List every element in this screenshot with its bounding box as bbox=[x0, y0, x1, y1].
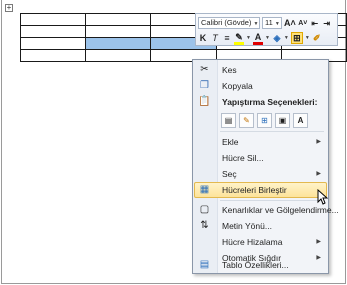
scissors-icon: ✂ bbox=[200, 64, 209, 75]
paste-options-row: ▤ ✎ ⊞ ▣ A bbox=[221, 113, 308, 128]
menu-item-text-direction[interactable]: ⇅ Metin Yönü... bbox=[194, 218, 327, 234]
table-cell[interactable] bbox=[85, 49, 152, 62]
font-color-dropdown-icon[interactable]: ▼ bbox=[265, 35, 270, 41]
borders-shading-icon: ▢ bbox=[199, 204, 210, 215]
paste-picture-icon[interactable]: ▣ bbox=[275, 113, 290, 128]
paste-keep-formatting-icon[interactable]: ▤ bbox=[221, 113, 236, 128]
paste-merge-formatting-icon[interactable]: ✎ bbox=[239, 113, 254, 128]
menu-item-label: Seç bbox=[222, 169, 237, 179]
paste-nested-table-icon[interactable]: ⊞ bbox=[257, 113, 272, 128]
table-properties-icon: ▤ bbox=[199, 259, 210, 270]
mini-toolbar: Calibri (Gövde) ▼ 11 ▼ A˄ A˅ ⇤ ⇥ K T ≡ ✎… bbox=[195, 13, 338, 46]
table-cell[interactable] bbox=[19, 49, 87, 62]
font-size-select[interactable]: 11 ▼ bbox=[262, 17, 282, 29]
highlight-color-icon[interactable]: ✎ bbox=[234, 32, 244, 45]
font-color-button[interactable]: A bbox=[252, 32, 263, 45]
menu-item-label: Kes bbox=[222, 65, 237, 75]
shrink-font-button[interactable]: A˅ bbox=[298, 17, 308, 30]
menu-item-label: Kopyala bbox=[222, 81, 253, 91]
mouse-cursor-icon bbox=[317, 189, 328, 205]
paste-text-only-icon[interactable]: A bbox=[293, 113, 308, 128]
highlight-dropdown-icon[interactable]: ▼ bbox=[246, 35, 251, 41]
shading-icon[interactable]: ◈ bbox=[272, 32, 282, 45]
menu-item-label: Ekle bbox=[222, 137, 239, 147]
menu-item-cut[interactable]: ✂ Kes bbox=[194, 62, 327, 78]
menu-item-cell-alignment[interactable]: Hücre Hizalama ▶ bbox=[194, 234, 327, 250]
font-name-value: Calibri (Gövde) bbox=[201, 18, 252, 27]
increase-indent-icon[interactable]: ⇥ bbox=[322, 17, 332, 30]
table-cell[interactable] bbox=[19, 25, 87, 38]
table-cell-selected[interactable] bbox=[85, 37, 152, 50]
grow-font-button[interactable]: A˄ bbox=[284, 17, 296, 30]
font-name-select[interactable]: Calibri (Gövde) ▼ bbox=[198, 17, 260, 29]
menu-item-delete-cells[interactable]: Hücre Sil... bbox=[194, 150, 327, 166]
submenu-arrow-icon: ▶ bbox=[316, 171, 321, 177]
menu-separator bbox=[220, 200, 324, 201]
menu-item-borders-shading[interactable]: ▢ Kenarlıklar ve Gölgelendirme... bbox=[194, 202, 339, 218]
menu-item-label: Hücreleri Birleştir bbox=[222, 185, 287, 195]
menu-separator bbox=[220, 131, 324, 132]
text-direction-icon: ⇅ bbox=[200, 220, 209, 231]
borders-dropdown-icon[interactable]: ▼ bbox=[305, 35, 310, 41]
table-cell[interactable] bbox=[85, 25, 152, 38]
menu-item-label: Metin Yönü... bbox=[222, 221, 272, 231]
table-cell[interactable] bbox=[85, 13, 152, 26]
submenu-arrow-icon: ▶ bbox=[316, 139, 321, 145]
menu-item-label: Hücre Hizalama bbox=[222, 237, 283, 247]
submenu-arrow-icon: ▶ bbox=[316, 239, 321, 245]
menu-header-paste-options: 📋 Yapıştırma Seçenekleri: bbox=[194, 94, 327, 110]
table-cell[interactable] bbox=[19, 37, 87, 50]
menu-item-copy[interactable]: ❐ Kopyala bbox=[194, 78, 327, 94]
menu-item-label: Hücre Sil... bbox=[222, 153, 264, 163]
menu-item-merge-cells[interactable]: ▦ Hücreleri Birleştir bbox=[194, 182, 327, 198]
menu-item-table-properties[interactable]: ▤ Tablo Özellikleri... bbox=[194, 257, 327, 273]
italic-button[interactable]: T bbox=[210, 32, 220, 45]
center-align-button[interactable]: ≡ bbox=[222, 32, 232, 45]
menu-item-insert[interactable]: Ekle ▶ bbox=[194, 134, 327, 150]
borders-icon[interactable]: ⊞ bbox=[290, 32, 303, 44]
menu-item-select[interactable]: Seç ▶ bbox=[194, 166, 327, 182]
decrease-indent-icon[interactable]: ⇤ bbox=[310, 17, 320, 30]
context-menu: ✂ Kes ❐ Kopyala 📋 Yapıştırma Seçenekleri… bbox=[192, 59, 339, 274]
shading-dropdown-icon[interactable]: ▼ bbox=[284, 35, 289, 41]
menu-item-label: Yapıştırma Seçenekleri: bbox=[222, 97, 318, 107]
merge-cells-icon: ▦ bbox=[199, 184, 210, 195]
copy-icon: ❐ bbox=[200, 80, 209, 91]
menu-item-label: Tablo Özellikleri... bbox=[222, 260, 289, 270]
format-painter-icon[interactable]: ✐ bbox=[312, 32, 322, 45]
table-cell[interactable] bbox=[19, 13, 87, 26]
bold-button[interactable]: K bbox=[198, 32, 208, 45]
table-move-handle[interactable]: + bbox=[5, 4, 13, 12]
font-size-value: 11 bbox=[265, 18, 273, 27]
paste-icon: 📋 bbox=[198, 96, 211, 107]
